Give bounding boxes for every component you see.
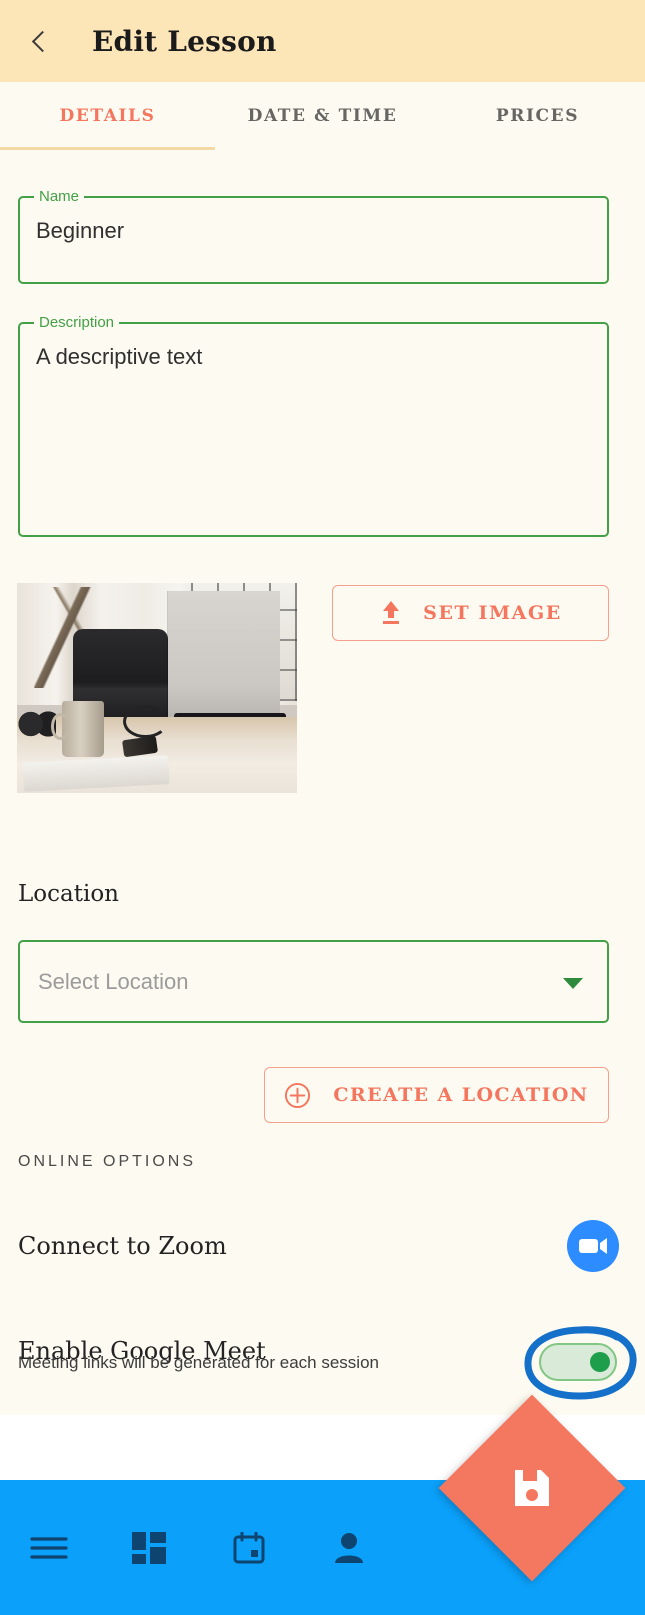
zoom-row-label: Connect to Zoom [18, 1232, 227, 1260]
chevron-down-icon [563, 977, 583, 989]
set-image-label: SET IMAGE [423, 602, 562, 624]
description-input[interactable]: Description A descriptive text [18, 313, 609, 537]
online-options-heading: ONLINE OPTIONS [18, 1153, 197, 1170]
name-input[interactable]: Name Beginner [18, 187, 609, 284]
back-button[interactable] [14, 13, 70, 69]
person-icon [335, 1532, 363, 1563]
save-icon [515, 1470, 549, 1506]
nav-menu-button[interactable] [18, 1517, 80, 1579]
tab-details[interactable]: DETAILS [0, 82, 215, 150]
google-meet-subtitle: Meeting links will be generated for each… [18, 1353, 379, 1372]
chevron-left-icon [31, 30, 53, 52]
page-title: Edit Lesson [92, 24, 277, 58]
location-select[interactable]: Select Location [18, 940, 609, 1023]
description-value: A descriptive text [36, 344, 203, 369]
zoom-camera-glyph [579, 1238, 607, 1254]
lesson-image-thumbnail[interactable] [17, 583, 297, 793]
plus-circle-icon [285, 1082, 311, 1108]
nav-calendar-button[interactable] [218, 1517, 280, 1579]
tab-date-time[interactable]: DATE & TIME [215, 82, 430, 150]
dashboard-grid-icon [132, 1531, 166, 1564]
upload-icon [383, 601, 400, 624]
create-location-label: CREATE A LOCATION [333, 1084, 589, 1106]
name-value: Beginner [36, 218, 125, 243]
tab-prices[interactable]: PRICES [430, 82, 645, 150]
name-label: Name [34, 187, 85, 207]
location-placeholder: Select Location [38, 968, 189, 994]
hamburger-menu-icon [30, 1536, 68, 1559]
nav-dashboard-button[interactable] [118, 1517, 180, 1579]
zoom-video-icon[interactable] [567, 1220, 619, 1272]
details-form: Name Beginner Description A descriptive … [0, 150, 645, 1415]
enable-google-meet-row[interactable]: Enable Google Meet Meeting links will be… [0, 1305, 645, 1400]
tab-bar: DETAILS DATE & TIME PRICES [0, 82, 645, 150]
calendar-icon [233, 1531, 265, 1563]
location-heading: Location [18, 881, 119, 907]
toggle-knob [590, 1352, 610, 1372]
nav-profile-button[interactable] [318, 1517, 380, 1579]
connect-to-zoom-row[interactable]: Connect to Zoom [0, 1210, 645, 1282]
description-label: Description [34, 313, 120, 333]
google-meet-toggle[interactable] [539, 1343, 617, 1381]
app-header: Edit Lesson [0, 0, 645, 82]
create-location-button[interactable]: CREATE A LOCATION [264, 1067, 609, 1123]
edit-lesson-screen: Edit Lesson DETAILS DATE & TIME PRICES N… [0, 0, 645, 1615]
set-image-button[interactable]: SET IMAGE [332, 585, 609, 641]
thumb-monitor [168, 591, 281, 722]
